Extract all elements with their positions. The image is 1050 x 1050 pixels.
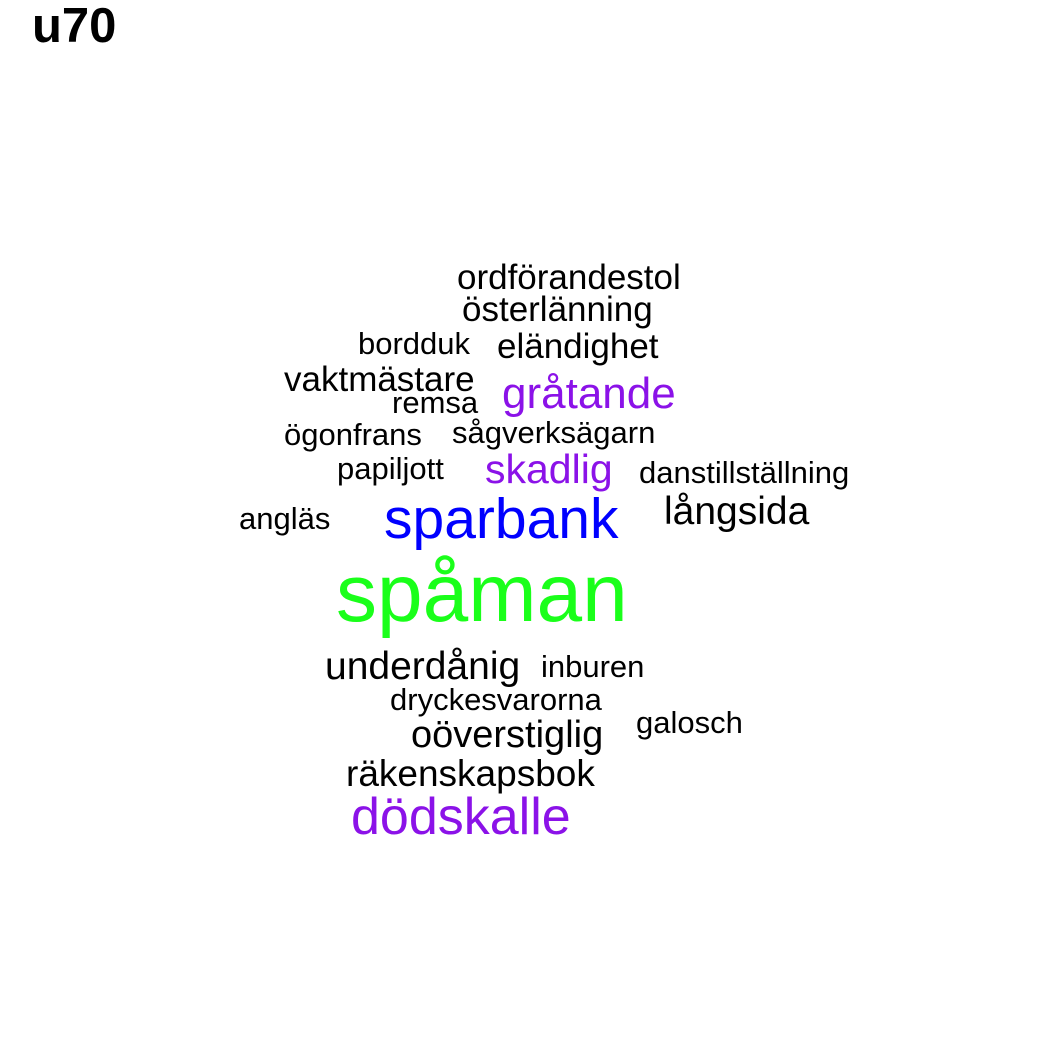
word-21: räkenskapsbok bbox=[346, 753, 595, 794]
word-10: skadlig bbox=[485, 446, 613, 492]
word-1: österlänning bbox=[462, 290, 653, 329]
word-8: sågverksägarn bbox=[452, 415, 656, 450]
word-22: dödskalle bbox=[351, 788, 571, 846]
word-14: långsida bbox=[664, 490, 810, 533]
word-5: gråtande bbox=[502, 369, 676, 418]
word-17: inburen bbox=[541, 649, 645, 684]
word-18: dryckesvarorna bbox=[390, 682, 602, 717]
word-9: papiljott bbox=[337, 451, 444, 486]
word-11: danstillställning bbox=[639, 455, 850, 490]
word-12: angläs bbox=[239, 501, 331, 536]
word-19: galosch bbox=[636, 705, 743, 740]
word-6: remsa bbox=[392, 385, 479, 420]
word-20: oöverstiglig bbox=[411, 714, 604, 756]
word-cloud: ordförandestol österlänning bordduk eländig… bbox=[0, 0, 1050, 1050]
word-2: bordduk bbox=[358, 326, 471, 361]
word-16: underdånig bbox=[325, 645, 521, 688]
word-7: ögonfrans bbox=[284, 417, 422, 452]
word-13: sparbank bbox=[384, 487, 619, 551]
word-3: eländighet bbox=[497, 327, 659, 366]
word-15: spåman bbox=[336, 548, 628, 639]
